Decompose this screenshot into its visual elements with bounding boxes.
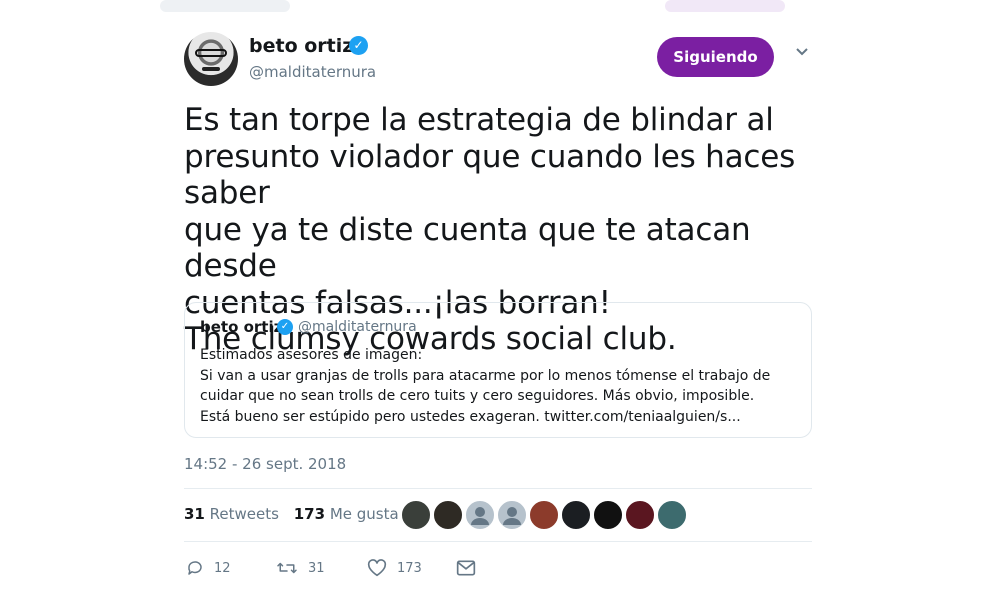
reply-count: 12	[214, 560, 231, 576]
retweets-count: 31	[184, 505, 205, 523]
author-name[interactable]: beto ortiz	[249, 35, 353, 57]
retweets-stat[interactable]: 31 Retweets	[184, 505, 279, 523]
tweet-card: beto ortiz ✓ @malditaternura Siguiendo E…	[160, 0, 840, 590]
liker-avatar[interactable]	[657, 500, 687, 530]
quoted-line: Estimados asesores de imagen:	[200, 347, 423, 363]
retweet-button[interactable]: 31	[276, 555, 325, 581]
likes-stat[interactable]: 173 Me gusta	[294, 505, 399, 523]
tweet-actions: 12 31 173	[184, 555, 824, 581]
reply-button[interactable]: 12	[186, 555, 231, 581]
verified-icon: ✓	[349, 36, 368, 55]
like-button[interactable]: 173	[367, 555, 422, 581]
author-handle[interactable]: @malditaternura	[249, 63, 376, 81]
quoted-tweet[interactable]: beto ortiz ✓ @malditaternura Estimados a…	[184, 302, 812, 438]
divider	[184, 541, 812, 542]
likes-count: 173	[293, 505, 326, 523]
tweet-timestamp[interactable]: 14:52 - 26 sept. 2018	[184, 455, 346, 473]
like-count: 173	[397, 560, 422, 576]
direct-message-button[interactable]	[456, 555, 486, 581]
liker-avatar[interactable]	[401, 500, 431, 530]
quoted-line: cuidar que no sean trolls de cero tuits …	[200, 388, 755, 404]
author-avatar[interactable]	[184, 32, 238, 86]
tweet-stats: 31 Retweets 173 Me gusta	[184, 505, 409, 523]
liker-avatar[interactable]	[625, 500, 655, 530]
liker-avatar[interactable]	[593, 500, 623, 530]
following-button[interactable]: Siguiendo	[657, 37, 774, 77]
liker-avatar[interactable]	[561, 500, 591, 530]
liker-avatar[interactable]	[529, 500, 559, 530]
default-avatar-icon[interactable]	[497, 500, 527, 530]
divider	[184, 488, 812, 489]
avatar-glasses	[195, 49, 227, 57]
quoted-author-name: beto ortiz	[200, 318, 283, 336]
default-avatar-icon[interactable]	[465, 500, 495, 530]
top-edge-fade	[160, 0, 290, 12]
retweet-count: 31	[308, 560, 325, 576]
quoted-author-handle: @malditaternura	[298, 319, 417, 335]
quoted-line: Si van a usar granjas de trolls para ata…	[200, 367, 771, 384]
quoted-text: Estimados asesores de imagen: Si van a u…	[200, 345, 800, 427]
retweets-label: Retweets	[209, 505, 279, 523]
quoted-line: Está bueno ser estúpido pero ustedes exa…	[200, 408, 741, 425]
liker-avatar[interactable]	[433, 500, 463, 530]
likes-label: Me gusta	[329, 505, 399, 523]
chevron-down-icon[interactable]	[795, 47, 809, 57]
heart-icon	[367, 559, 387, 577]
retweet-icon	[277, 562, 297, 574]
mail-icon	[456, 560, 476, 576]
avatar-mouth	[202, 67, 220, 71]
top-edge-fade	[665, 0, 785, 12]
verified-icon: ✓	[277, 319, 293, 335]
reply-icon	[188, 561, 202, 575]
